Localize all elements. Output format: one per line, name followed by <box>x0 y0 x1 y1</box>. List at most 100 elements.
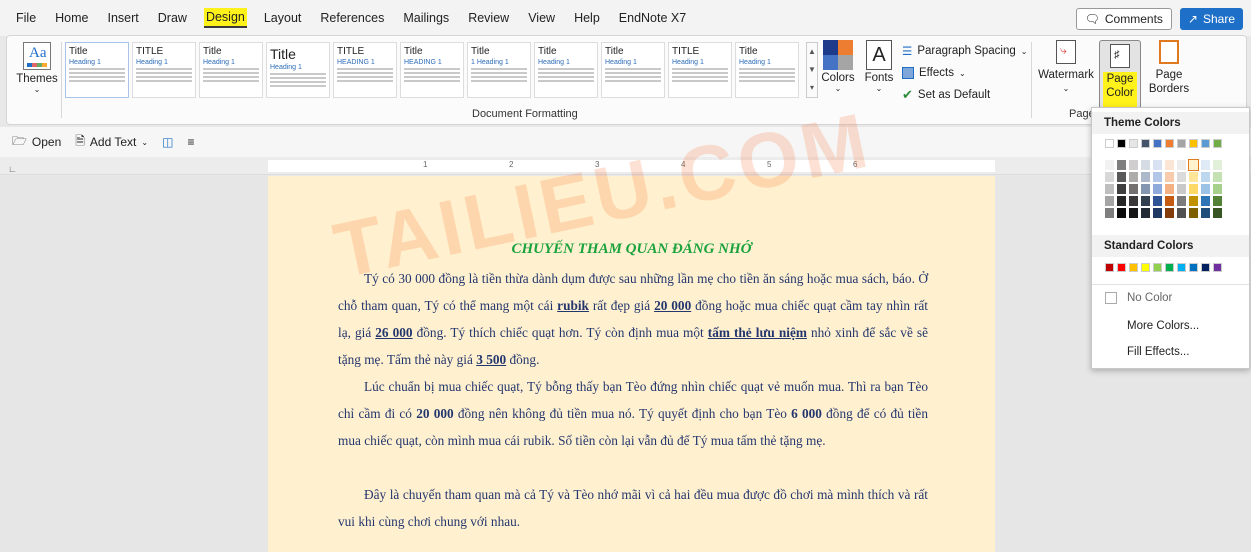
paragraph-spacing-button[interactable]: ☰ Paragraph Spacing ⌄ <box>902 40 1027 62</box>
theme-shade-swatch[interactable] <box>1153 160 1162 170</box>
menu-review[interactable]: Review <box>466 9 511 27</box>
theme-shade-swatch[interactable] <box>1189 208 1198 218</box>
theme-shade-swatch[interactable] <box>1189 184 1198 194</box>
theme-shade-swatch[interactable] <box>1117 208 1126 218</box>
theme-shade-swatch[interactable] <box>1201 184 1210 194</box>
add-text-button[interactable]: 🗎 Add Text ⌄ <box>75 132 148 153</box>
theme-shade-swatch[interactable] <box>1117 172 1126 182</box>
theme-shade-swatch[interactable] <box>1105 196 1114 206</box>
fonts-button[interactable]: A Fonts ⌄ <box>863 40 895 93</box>
themes-button[interactable]: Aa Themes ⌄ <box>15 42 59 94</box>
style-set-thumbnail[interactable]: TITLE Heading 1 <box>668 42 732 98</box>
theme-shade-swatch[interactable] <box>1117 196 1126 206</box>
share-button[interactable]: ↗ Share <box>1179 8 1243 30</box>
theme-color-swatch[interactable] <box>1177 139 1186 148</box>
theme-color-swatch[interactable] <box>1189 139 1198 148</box>
theme-shade-swatch[interactable] <box>1117 184 1126 194</box>
theme-shade-swatch[interactable] <box>1177 172 1186 182</box>
theme-shade-swatch[interactable] <box>1129 184 1138 194</box>
theme-shade-swatch[interactable] <box>1153 208 1162 218</box>
style-set-thumbnail[interactable]: Title Heading 1 <box>199 42 263 98</box>
standard-color-swatch[interactable] <box>1201 263 1210 272</box>
standard-color-swatch[interactable] <box>1153 263 1162 272</box>
theme-color-swatch[interactable] <box>1165 139 1174 148</box>
standard-color-swatch[interactable] <box>1129 263 1138 272</box>
theme-shade-swatch[interactable] <box>1141 184 1150 194</box>
theme-shade-swatch[interactable] <box>1201 208 1210 218</box>
fill-effects-option[interactable]: Fill Effects... <box>1127 346 1189 358</box>
style-set-thumbnail[interactable]: Title Heading 1 <box>735 42 799 98</box>
theme-shade-swatch[interactable] <box>1177 208 1186 218</box>
theme-shade-swatch[interactable] <box>1165 160 1174 170</box>
theme-shade-swatch[interactable] <box>1129 196 1138 206</box>
tab-selector-icon[interactable]: ∟ <box>8 164 17 174</box>
standard-color-swatch[interactable] <box>1165 263 1174 272</box>
menu-view[interactable]: View <box>526 9 557 27</box>
menu-endnote-x7[interactable]: EndNote X7 <box>617 9 688 27</box>
theme-shade-swatch[interactable] <box>1141 160 1150 170</box>
watermark-button[interactable]: ⤷ Watermark ⌄ <box>1037 40 1095 96</box>
menu-insert[interactable]: Insert <box>106 9 141 27</box>
theme-shade-swatch[interactable] <box>1105 172 1114 182</box>
horizontal-ruler[interactable]: 1 2 3 4 5 6 <box>0 157 1251 175</box>
theme-shade-swatch[interactable] <box>1153 184 1162 194</box>
theme-shade-swatch[interactable] <box>1213 208 1222 218</box>
theme-shade-swatch[interactable] <box>1177 184 1186 194</box>
menu-help[interactable]: Help <box>572 9 602 27</box>
theme-shade-swatch[interactable] <box>1129 172 1138 182</box>
theme-shade-swatch[interactable] <box>1141 196 1150 206</box>
page-borders-button[interactable]: Page Borders <box>1147 40 1191 96</box>
standard-color-swatch[interactable] <box>1213 263 1222 272</box>
gallery-scroll-buttons[interactable]: ▲ ▼ ▾ <box>806 42 818 98</box>
theme-shade-swatch[interactable] <box>1117 160 1126 170</box>
theme-color-swatch[interactable] <box>1117 139 1126 148</box>
theme-shade-swatch[interactable] <box>1189 172 1198 182</box>
style-set-thumbnail[interactable]: Title 1 Heading 1 <box>467 42 531 98</box>
theme-color-swatch[interactable] <box>1105 139 1114 148</box>
style-set-thumbnail[interactable]: Title Heading 1 <box>266 42 330 98</box>
theme-shade-swatch[interactable] <box>1141 208 1150 218</box>
theme-shade-swatch[interactable] <box>1201 160 1210 170</box>
theme-shade-swatch[interactable] <box>1129 160 1138 170</box>
menu-references[interactable]: References <box>318 9 386 27</box>
theme-color-swatch[interactable] <box>1153 139 1162 148</box>
menu-home[interactable]: Home <box>53 9 90 27</box>
theme-shade-swatch[interactable] <box>1105 184 1114 194</box>
menu-file[interactable]: File <box>14 9 38 27</box>
theme-shade-swatch[interactable] <box>1165 172 1174 182</box>
theme-shade-swatch[interactable] <box>1141 172 1150 182</box>
theme-shade-swatch[interactable] <box>1177 196 1186 206</box>
theme-color-swatch[interactable] <box>1129 139 1138 148</box>
menu-design[interactable]: Design <box>203 8 247 28</box>
standard-color-swatch[interactable] <box>1105 263 1114 272</box>
open-button[interactable]: 🗁 Open <box>12 132 61 153</box>
theme-color-swatch[interactable] <box>1141 139 1150 148</box>
theme-shade-swatch[interactable] <box>1201 172 1210 182</box>
style-set-thumbnail[interactable]: Title HEADING 1 <box>400 42 464 98</box>
theme-shade-swatch[interactable] <box>1165 208 1174 218</box>
customize-toolbar-button[interactable]: ≡ <box>187 135 194 149</box>
theme-color-swatch[interactable] <box>1213 139 1222 148</box>
standard-color-swatch[interactable] <box>1141 263 1150 272</box>
standard-color-swatch[interactable] <box>1189 263 1198 272</box>
theme-shade-swatch[interactable] <box>1153 196 1162 206</box>
menu-layout[interactable]: Layout <box>262 9 304 27</box>
format-painter-button[interactable]: ◫ <box>162 135 173 149</box>
style-set-thumbnail[interactable]: Title Heading 1 <box>65 42 129 98</box>
standard-color-swatch[interactable] <box>1117 263 1126 272</box>
page-color-button[interactable]: ♯ Page Color ⌄ <box>1099 40 1141 117</box>
style-set-thumbnail[interactable]: TITLE HEADING 1 <box>333 42 397 98</box>
theme-shade-swatch[interactable] <box>1105 160 1114 170</box>
theme-shade-swatch[interactable] <box>1201 196 1210 206</box>
theme-shade-swatch[interactable] <box>1105 208 1114 218</box>
colors-button[interactable]: Colors ⌄ <box>821 40 855 93</box>
style-set-thumbnail[interactable]: TITLE Heading 1 <box>132 42 196 98</box>
style-set-thumbnail[interactable]: Title Heading 1 <box>534 42 598 98</box>
theme-shade-swatch[interactable] <box>1129 208 1138 218</box>
theme-shade-swatch[interactable] <box>1213 184 1222 194</box>
no-color-option[interactable]: No Color <box>1127 292 1172 304</box>
set-as-default-button[interactable]: ✔ Set as Default <box>902 84 1027 106</box>
theme-shade-swatch[interactable] <box>1213 172 1222 182</box>
effects-button[interactable]: Effects ⌄ <box>902 62 1027 84</box>
theme-shade-swatch[interactable] <box>1165 184 1174 194</box>
